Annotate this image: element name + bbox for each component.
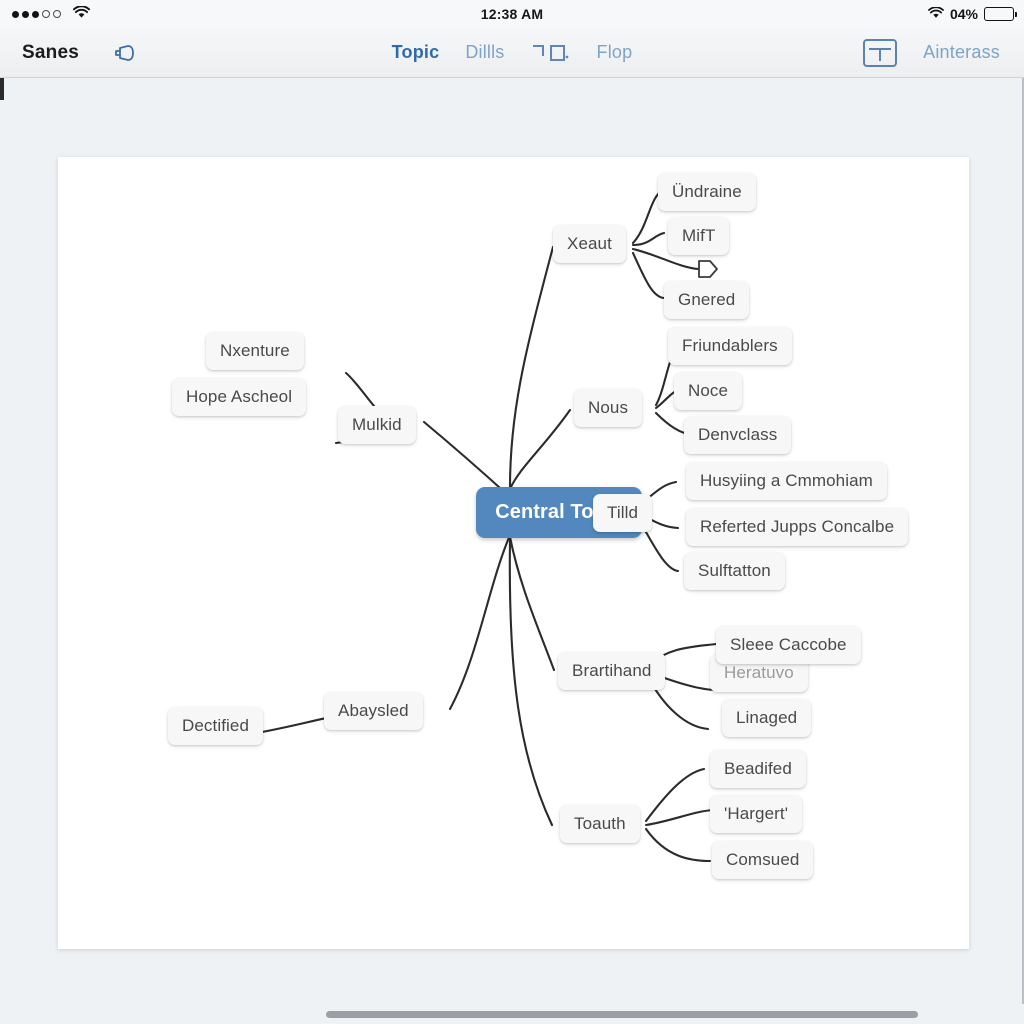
mindmap-node-sleee-caccobe[interactable]: Sleee Caccobe (716, 626, 861, 664)
mindmap-node-referted[interactable]: Referted Jupps Concalbe (686, 508, 909, 546)
status-bar-right: 04% (928, 5, 1017, 22)
wifi-icon-right (928, 5, 944, 22)
mindmap-node-dectified[interactable]: Dectified (168, 707, 264, 745)
document-page[interactable]: Central Topic Xeaut Ündraine MifT Gnered… (58, 157, 969, 949)
tab-flop[interactable]: Flop (597, 42, 633, 63)
panel-layout-icon[interactable] (863, 38, 898, 67)
horizontal-scrollbar-thumb[interactable] (326, 1011, 918, 1018)
mindmap-node-comsued[interactable]: Comsued (712, 841, 814, 879)
mindmap-branch-xeaut[interactable]: Xeaut (553, 225, 626, 263)
battery-icon (984, 7, 1017, 21)
mindmap-branch-abaysled[interactable]: Abaysled (324, 692, 423, 730)
mindmap-branch-toauth[interactable]: Toauth (560, 805, 640, 843)
battery-percent-label: 04% (949, 6, 978, 22)
mindmap-node-noce[interactable]: Noce (674, 372, 743, 410)
tab-topic[interactable]: Topic (392, 42, 440, 63)
app-toolbar: Sanes Topic Dillls Flop Ainterass (0, 28, 1024, 78)
tab-dillls[interactable]: Dillls (465, 42, 504, 63)
app-root: 12:38 AM 04% Sanes Topic Dillls Flop Ain… (0, 0, 1024, 1024)
mindmap-node-sulftatton[interactable]: Sulftatton (684, 552, 785, 590)
mindmap-branch-nous[interactable]: Nous (574, 389, 643, 427)
mindmap-canvas[interactable]: Central Topic Xeaut Ündraine MifT Gnered… (4, 79, 1020, 1004)
mindmap-node-hope-ascheol[interactable]: Hope Ascheol (172, 378, 307, 416)
mindmap-node-hargert[interactable]: 'Hargert' (710, 795, 803, 833)
layout-bracket-icon[interactable] (531, 40, 571, 66)
mindmap-node-nxenture[interactable]: Nxenture (206, 332, 304, 370)
mindmap-branch-brartihand[interactable]: Brartihand (558, 652, 666, 690)
toolbar-right-label[interactable]: Ainterass (923, 42, 1000, 63)
status-bar: 12:38 AM 04% (0, 0, 1024, 28)
horizontal-scrollbar-track[interactable] (0, 1004, 1024, 1024)
cursor-arrow-icon (698, 260, 718, 278)
mindmap-node-husyiing[interactable]: Husyiing a Cmmohiam (686, 462, 887, 500)
mindmap-node-linaged[interactable]: Linaged (722, 699, 812, 737)
mindmap-node-undraine[interactable]: Ündraine (658, 173, 756, 211)
mindmap-branch-mulkid[interactable]: Mulkid (338, 406, 416, 444)
status-bar-clock: 12:38 AM (480, 6, 544, 22)
mindmap-node-beadifed[interactable]: Beadifed (710, 750, 806, 788)
mindmap-branch-tilld[interactable]: Tilld (593, 494, 653, 532)
mindmap-node-gnered[interactable]: Gnered (664, 281, 750, 319)
toolbar-right-group: Ainterass (863, 38, 1000, 67)
mindmap-node-mift[interactable]: MifT (668, 217, 730, 255)
mindmap-connector-lines (242, 189, 718, 863)
mindmap-node-denvclass[interactable]: Denvclass (684, 416, 792, 454)
mindmap-node-friundablers[interactable]: Friundablers (668, 327, 792, 365)
